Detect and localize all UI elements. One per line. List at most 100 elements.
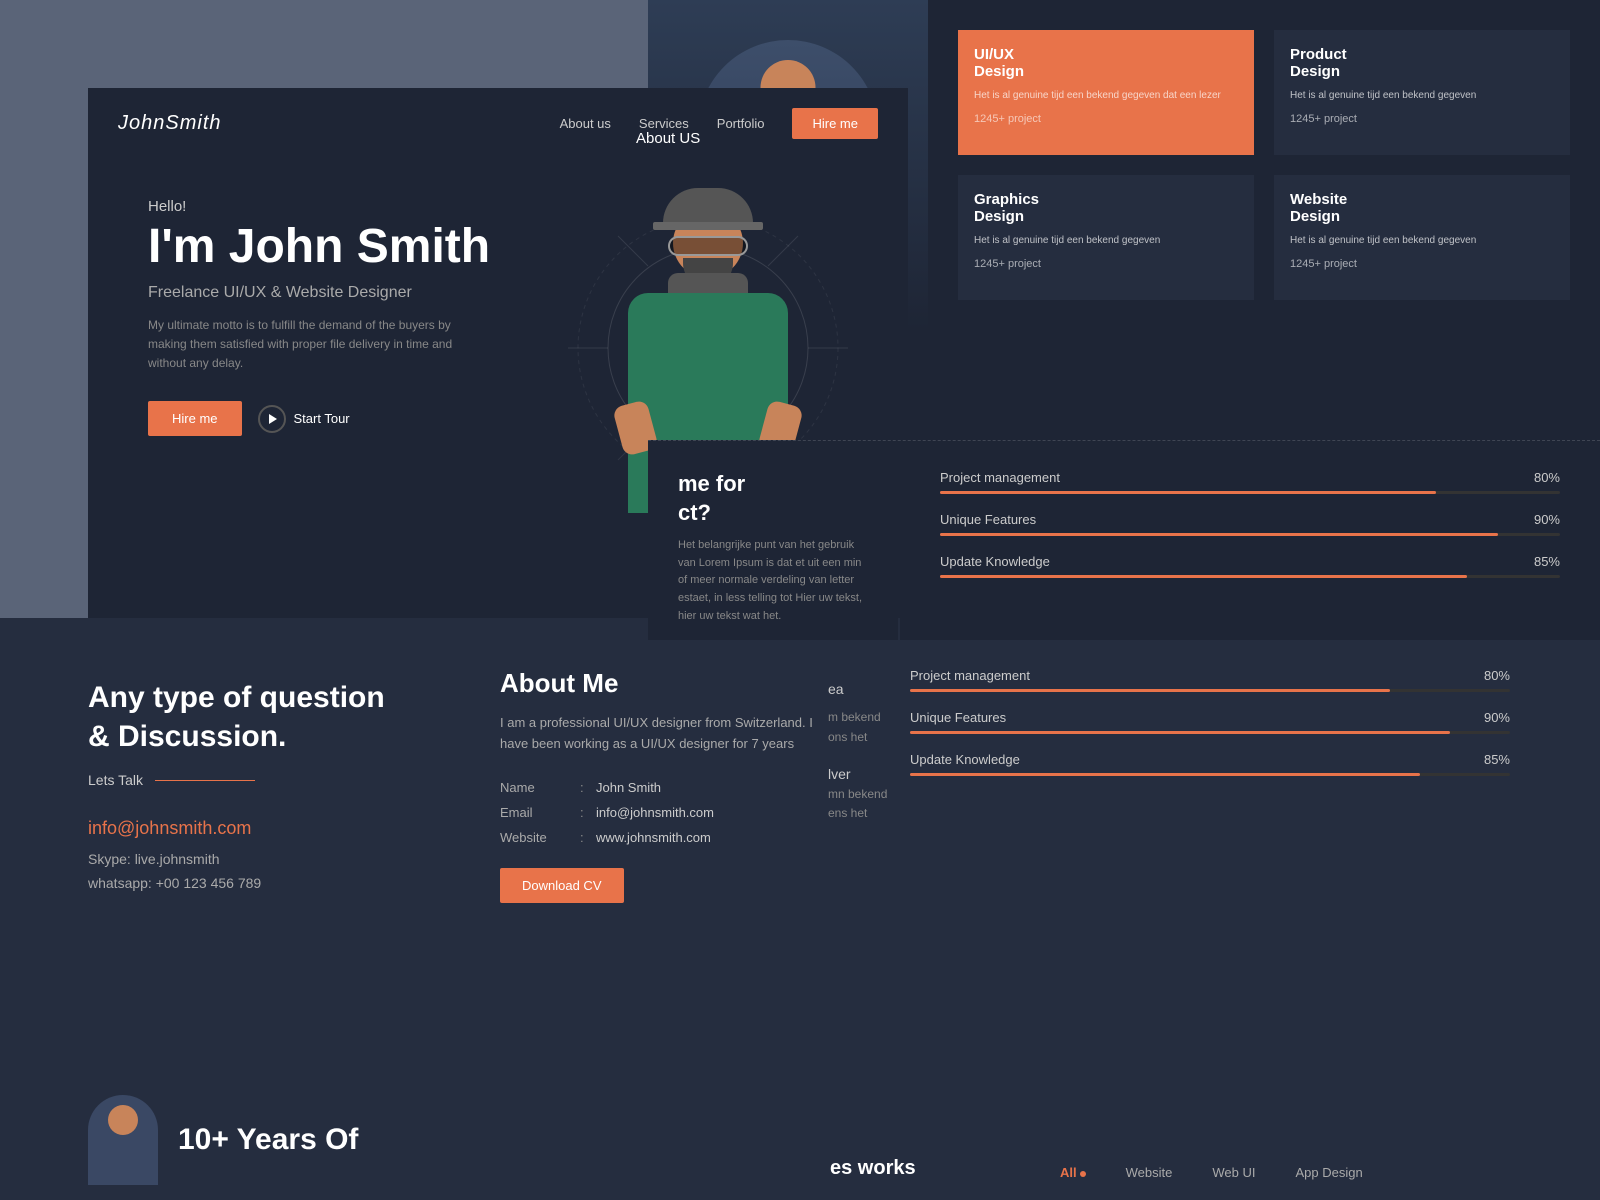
nav-link-services[interactable]: Services <box>639 116 689 131</box>
bottom-skill-pct-pm: 80% <box>1484 668 1510 683</box>
skill-pct-uk: 85% <box>1534 554 1560 569</box>
bottom-skill-bar-bg-uk <box>910 773 1510 776</box>
bottom-skill-name-pm: Project management <box>910 668 1030 683</box>
bottom-section: Any type of question& Discussion. Lets T… <box>0 618 1600 1200</box>
skill-bar-bg-uk <box>940 575 1560 578</box>
service-count-graphics: 1245+ project <box>974 258 1238 270</box>
about-colon-website: : <box>580 825 596 850</box>
service-title-graphics: GraphicsDesign <box>974 191 1238 225</box>
service-title-product: ProductDesign <box>1290 46 1554 80</box>
bottom-skills: Project management 80% Unique Features 9… <box>910 668 1510 794</box>
service-desc-product: Het is al genuine tijd een bekend gegeve… <box>1290 88 1554 103</box>
overlap-desc: Het belangrijke punt van het gebruik van… <box>678 537 868 625</box>
overlap-heading: me forct? <box>678 470 868 527</box>
bottom-skill-name-uk: Update Knowledge <box>910 752 1020 767</box>
portfolio-filter-webui[interactable]: Web UI <box>1212 1165 1255 1180</box>
play-icon <box>258 405 286 433</box>
hero-buttons: Hire me Start Tour <box>148 401 868 436</box>
bottom-skill-pct-uk: 85% <box>1484 752 1510 767</box>
hero-description: My ultimate motto is to fulfill the dema… <box>148 316 468 374</box>
nav-link-about[interactable]: About us <box>560 116 611 131</box>
lets-talk-label: Lets Talk <box>88 772 143 788</box>
hero-greeting: Hello! <box>148 198 868 215</box>
about-label-email: Email <box>500 800 580 825</box>
service-count-website: 1245+ project <box>1290 258 1554 270</box>
bottom-skill-bar-bg-pm <box>910 689 1510 692</box>
portfolio-works-heading: es works <box>830 1157 1050 1180</box>
about-value-email: info@johnsmith.com <box>596 800 820 825</box>
skill-update-knowledge: Update Knowledge 85% <box>940 554 1560 578</box>
skill-name-uf: Unique Features <box>940 512 1036 527</box>
service-card-product[interactable]: ProductDesign Het is al genuine tijd een… <box>1274 30 1570 155</box>
lets-talk: Lets Talk <box>88 772 468 788</box>
service-card-website[interactable]: WebsiteDesign Het is al genuine tijd een… <box>1274 175 1570 300</box>
bottom-skill-uk: Update Knowledge 85% <box>910 752 1510 776</box>
about-row-website: Website : www.johnsmith.com <box>500 825 820 850</box>
bottom-skill-bar-fill-pm <box>910 689 1390 692</box>
nav-hire-btn[interactable]: Hire me <box>792 108 878 139</box>
about-value-name: John Smith <box>596 775 820 800</box>
service-card-graphics[interactable]: GraphicsDesign Het is al genuine tijd ee… <box>958 175 1254 300</box>
service-desc-website: Het is al genuine tijd een bekend gegeve… <box>1290 233 1554 248</box>
services-grid: UI/UXDesign Het is al genuine tijd een b… <box>928 0 1600 330</box>
contact-heading: Any type of question& Discussion. <box>88 678 468 756</box>
active-dot <box>1080 1171 1086 1177</box>
contact-skype: Skype: live.johnsmith <box>88 851 468 867</box>
portfolio-filter-appdesign[interactable]: App Design <box>1295 1165 1362 1180</box>
bottom-skill-bar-fill-uf <box>910 731 1450 734</box>
years-heading: 10+ Years Of <box>178 1123 358 1157</box>
contact-email[interactable]: info@johnsmith.com <box>88 818 468 839</box>
skill-bar-bg-uf <box>940 533 1560 536</box>
skill-name-uk: Update Knowledge <box>940 554 1050 569</box>
about-value-website: www.johnsmith.com <box>596 825 820 850</box>
navigation: JohnSmith About us Services Portfolio Hi… <box>88 88 908 158</box>
nav-link-portfolio[interactable]: Portfolio <box>717 116 765 131</box>
overlap-middle-section: me forct? Het belangrijke punt van het g… <box>648 440 898 640</box>
skills-panel: Project management 80% Unique Features 9… <box>900 440 1600 640</box>
nav-links: About us Services Portfolio Hire me <box>560 108 878 139</box>
bottom-skill-bar-fill-uk <box>910 773 1420 776</box>
skill-bar-bg-pm <box>940 491 1560 494</box>
download-cv-btn[interactable]: Download CV <box>500 868 624 903</box>
hero-tour-btn[interactable]: Start Tour <box>258 405 350 433</box>
site-logo[interactable]: JohnSmith <box>118 112 222 135</box>
bottom-skill-bar-bg-uf <box>910 731 1510 734</box>
service-desc-graphics: Het is al genuine tijd een bekend gegeve… <box>974 233 1238 248</box>
about-label-name: Name <box>500 775 580 800</box>
about-colon-email: : <box>580 800 596 825</box>
skill-bar-fill-pm <box>940 491 1436 494</box>
years-person-small <box>88 1095 158 1185</box>
lets-talk-line <box>155 780 255 781</box>
service-count-product: 1245+ project <box>1290 113 1554 125</box>
service-title-uiux: UI/UXDesign <box>974 46 1238 80</box>
skill-bar-fill-uf <box>940 533 1498 536</box>
portfolio-filter-all[interactable]: All <box>1060 1165 1086 1180</box>
service-title-website: WebsiteDesign <box>1290 191 1554 225</box>
bottom-skill-uf: Unique Features 90% <box>910 710 1510 734</box>
tour-btn-label: Start Tour <box>294 411 350 426</box>
hero-hire-btn[interactable]: Hire me <box>148 401 242 436</box>
about-label-website: Website <box>500 825 580 850</box>
about-title: About Me <box>500 668 820 699</box>
portfolio-filter-website[interactable]: Website <box>1126 1165 1173 1180</box>
section-divider <box>648 440 1600 441</box>
portfolio-works-section: es works <box>830 1157 1050 1180</box>
hero-name: I'm John Smith <box>148 221 868 274</box>
about-us-label[interactable]: About US <box>636 130 700 147</box>
about-colon-name: : <box>580 775 596 800</box>
hero-subtitle: Freelance UI/UX & Website Designer <box>148 284 868 302</box>
service-desc-uiux: Het is al genuine tijd een bekend gegeve… <box>974 88 1238 103</box>
bottom-skill-pm: Project management 80% <box>910 668 1510 692</box>
portfolio-filter-tabs: All Website Web UI App Design <box>1060 1165 1600 1180</box>
about-row-name: Name : John Smith <box>500 775 820 800</box>
skill-bar-fill-uk <box>940 575 1467 578</box>
about-section: About Me I am a professional UI/UX desig… <box>500 668 820 903</box>
skill-name-pm: Project management <box>940 470 1060 485</box>
about-description: I am a professional UI/UX designer from … <box>500 713 820 755</box>
bottom-skill-name-uf: Unique Features <box>910 710 1006 725</box>
about-us-tab-indicator: About US <box>636 130 700 148</box>
contact-whatsapp: whatsapp: +00 123 456 789 <box>88 875 468 891</box>
skill-unique-features: Unique Features 90% <box>940 512 1560 536</box>
service-card-uiux[interactable]: UI/UXDesign Het is al genuine tijd een b… <box>958 30 1254 155</box>
skill-project-management: Project management 80% <box>940 470 1560 494</box>
